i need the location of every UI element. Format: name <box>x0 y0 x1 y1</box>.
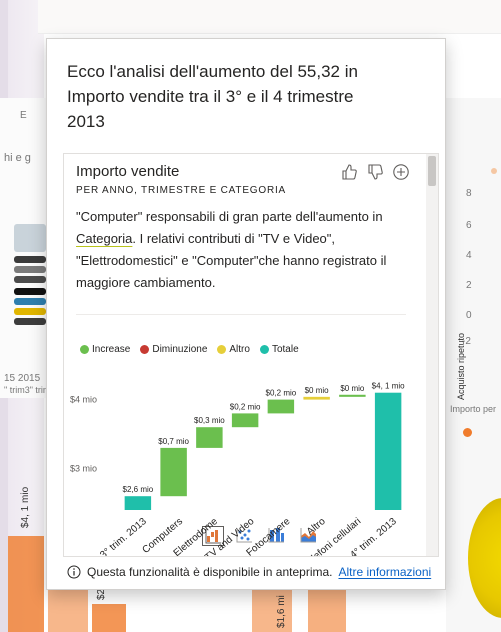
ribbon-band <box>14 224 46 252</box>
data-label: $2,6 mio <box>123 485 154 494</box>
preview-text: Questa funzionalità è disponibile in ant… <box>87 565 333 579</box>
preview-notice: Questa funzionalità è disponibile in ant… <box>67 565 431 579</box>
ribbon-band <box>14 318 46 325</box>
legend-item: Diminuzione <box>140 344 207 355</box>
ribbon-band <box>14 266 46 273</box>
bg-tick: -2 <box>462 336 471 347</box>
card-scrollbar[interactable] <box>426 154 438 556</box>
y-tick-label: $4 mio <box>70 395 97 405</box>
data-label: $0 mio <box>340 384 365 393</box>
info-icon <box>67 565 81 579</box>
card-divider <box>76 314 406 315</box>
legend-label: Increase <box>92 344 131 355</box>
thumbs-up-icon[interactable] <box>340 163 358 181</box>
legend-item: Totale <box>259 344 299 355</box>
thumbs-down-icon[interactable] <box>366 163 384 181</box>
y-tick-label: $3 mio <box>70 464 97 474</box>
ribbon-band <box>14 298 46 305</box>
card-feedback-icons <box>340 163 410 181</box>
data-label: $0,7 mio <box>158 437 189 446</box>
ribbon-band <box>14 256 46 263</box>
insight-card[interactable]: Importo vendite PER ANNO, TRIMESTRE E CA… <box>63 153 439 557</box>
report-topbar <box>38 0 501 34</box>
legend-label: Diminuzione <box>152 344 208 355</box>
ribbon-band <box>14 288 46 295</box>
bg-column <box>92 604 126 632</box>
waterfall-chart: $4 mio $3 mio $2,6 mio $0,7 mio $0,3 mio $0,2… <box>70 382 405 510</box>
legend-swatch <box>259 345 269 354</box>
x-tick-label: 3° trim. 2013 <box>98 516 149 557</box>
bg-quarter-sub: " trim3" trim <box>4 385 51 395</box>
learn-more-link[interactable]: Altre informazioni <box>338 565 431 579</box>
scrollbar-thumb[interactable] <box>428 156 436 186</box>
explanation-highlight: Categoria <box>76 231 133 246</box>
chart-legend: Increase Diminuzione Altro Totale <box>80 344 299 355</box>
bg-bar-label: $1,6 mi <box>276 595 287 628</box>
bg-scatter-point <box>491 168 497 174</box>
bg-tick: 8 <box>466 188 472 199</box>
ribbon-band <box>14 308 46 315</box>
card-subtitle: PER ANNO, TRIMESTRE E CATEGORIA <box>76 185 287 196</box>
legend-swatch <box>140 345 150 354</box>
waterfall-bar <box>303 396 330 400</box>
flyout-title: Ecco l'analisi dell'aumento del 55,32 in… <box>67 62 358 131</box>
data-label: $0,2 mio <box>266 389 297 398</box>
legend-item: Altro <box>217 344 250 355</box>
legend-label: Altro <box>229 344 250 355</box>
legend-swatch <box>217 345 227 354</box>
bg-tick: 0 <box>466 310 472 321</box>
explanation-text: "Computer" responsabili di gran parte de… <box>76 209 383 224</box>
waterfall-bar <box>339 394 366 397</box>
report-ribbon-chart <box>0 98 48 398</box>
waterfall-bar <box>196 427 223 448</box>
waterfall-bar <box>374 392 402 510</box>
waterfall-bar <box>160 447 187 497</box>
legend-label: Totale <box>271 344 299 355</box>
bg-column <box>308 590 346 632</box>
ribbon-band <box>14 276 46 283</box>
waterfall-bar <box>267 399 295 414</box>
bg-column <box>48 590 88 632</box>
bg-tick: 2 <box>466 280 472 291</box>
plus-circle-icon[interactable] <box>392 163 410 181</box>
legend-swatch <box>80 345 89 354</box>
bg-column <box>8 536 44 632</box>
bg-quarter-labels: 15 2015 <box>4 373 41 384</box>
data-label: $0,3 mio <box>194 416 225 425</box>
waterfall-bar <box>231 413 259 428</box>
bg-bar-label: $4, 1 mio <box>20 486 31 528</box>
bg-tick: 4 <box>466 250 472 261</box>
waterfall-bar <box>124 496 152 510</box>
data-label: $4, 1 mio <box>372 382 405 391</box>
insight-explanation: "Computer" responsabili di gran parte de… <box>76 206 396 294</box>
bg-axis-label: Importo per <box>450 404 497 414</box>
bg-bar-label: $2 <box>96 588 107 600</box>
bg-truncated-text: hi e g <box>4 152 31 164</box>
data-label: $0 mio <box>305 386 330 395</box>
bg-scatter-point <box>463 428 472 437</box>
bg-tick: 6 <box>466 220 472 231</box>
data-label: $0,2 mio <box>230 402 261 411</box>
bg-truncated-text: E <box>20 110 27 121</box>
legend-item: Increase <box>80 344 130 355</box>
card-title: Importo vendite <box>76 163 180 180</box>
insights-flyout: Ecco l'analisi dell'aumento del 55,32 in… <box>46 38 446 590</box>
